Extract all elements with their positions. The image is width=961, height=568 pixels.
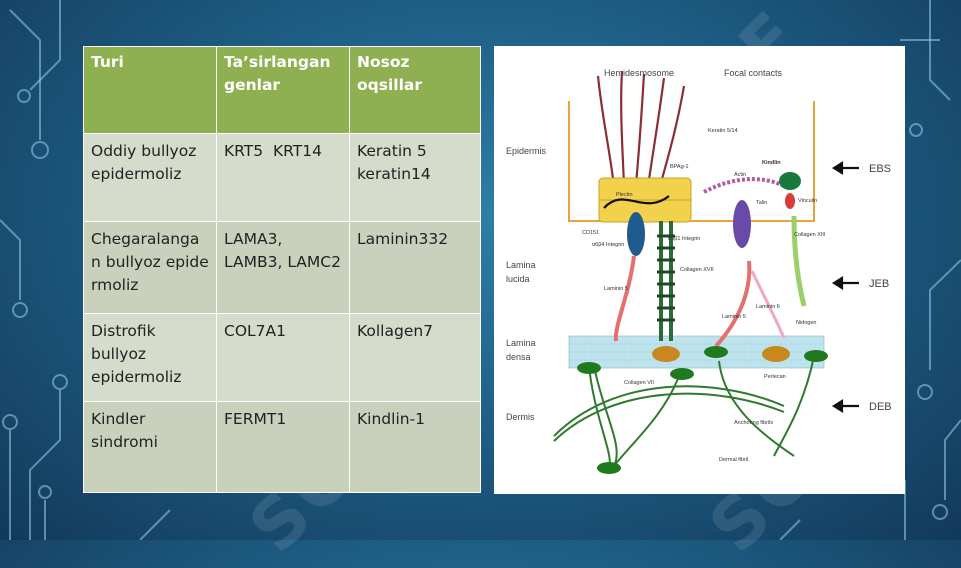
- label-laminin-6: Laminin 6: [756, 304, 780, 310]
- label-ebs: EBS: [869, 163, 891, 175]
- cell-type: Distrofik bullyoz epidermoliz: [83, 313, 217, 402]
- label-collagen-xiii: Collagen XIII: [794, 232, 826, 238]
- perlecan: [652, 346, 680, 362]
- table-row: Oddiy bullyoz epidermoliz KRT5 KRT14 Ker…: [83, 133, 481, 222]
- label-focal-contacts: Focal contacts: [724, 68, 783, 78]
- label-vinculin: Vinculin: [798, 198, 817, 204]
- cell-genes: KRT5 KRT14: [216, 133, 350, 222]
- label-dermal-fibril: Dermal fibril: [719, 457, 748, 463]
- label-bpag: BPAg-1: [670, 164, 689, 170]
- label-laminin-5-b: Laminin 5: [722, 314, 746, 320]
- cell-proteins: Kindlin-1: [349, 401, 481, 493]
- label-anchoring-fibrils: Anchoring fibrils: [734, 420, 773, 426]
- label-kindlin: Kindlin: [762, 160, 781, 166]
- label-plectin: Plectin: [616, 192, 633, 198]
- label-nidogen: Nidogen: [796, 320, 817, 326]
- integrin-a6b4: [627, 212, 645, 256]
- label-hemidesmosome: Hemidesmosome: [604, 68, 674, 78]
- cell-proteins: Kollagen7: [349, 313, 481, 402]
- table-header-row: Turi Ta’sirlangan genlar Nosoz oqsillar: [83, 46, 481, 134]
- integrin-a3b1: [733, 200, 751, 248]
- column-header-type: Turi: [83, 46, 217, 134]
- label-talin: Talin: [756, 200, 767, 206]
- label-lamina-lucida: Lamina: [506, 260, 536, 270]
- cell-proteins: Keratin 5 keratin14: [349, 133, 481, 222]
- table-row: Kindler sindromi FERMT1 Kindlin-1: [83, 401, 481, 493]
- label-lamina-densa: Lamina: [506, 338, 536, 348]
- column-header-proteins: Nosoz oqsillar: [349, 46, 481, 134]
- label-lamina-lucida-2: lucida: [506, 274, 530, 284]
- label-lamina-densa-2: densa: [506, 352, 531, 362]
- cell-type: Kindler sindromi: [83, 401, 217, 493]
- label-keratin: Keratin 5/14: [708, 128, 738, 134]
- label-actin: Actin: [734, 172, 746, 178]
- cell-genes: FERMT1: [216, 401, 350, 493]
- label-a6b4-integrin: α6β4 Integrin: [592, 242, 624, 248]
- label-deb: DEB: [869, 401, 892, 413]
- cell-proteins: Laminin332: [349, 221, 481, 314]
- cell-genes: COL7A1: [216, 313, 350, 402]
- label-dermis: Dermis: [506, 412, 535, 422]
- label-laminin-5-a: Laminin 5: [604, 286, 628, 292]
- actin-filament: [703, 177, 785, 194]
- label-jeb: JEB: [869, 278, 889, 290]
- table-row: Distrofik bullyoz epidermoliz COL7A1 Kol…: [83, 313, 481, 402]
- cell-type: Oddiy bullyoz epidermoliz: [83, 133, 217, 222]
- label-collagen-vii: Collagen VII: [624, 380, 654, 386]
- label-cd151: CD151: [582, 230, 599, 236]
- label-collagen-xvii: Collagen XVII: [680, 267, 714, 273]
- table-row: Chegaralangan bullyoz epidermoliz LAMA3,…: [83, 221, 481, 314]
- column-header-genes: Ta’sirlangan genlar: [216, 46, 350, 134]
- type-arrows: [831, 161, 859, 413]
- kindlin-protein: [779, 172, 801, 190]
- label-a3b1-integrin: α3β1 Integrin: [668, 236, 700, 242]
- skin-junction-diagram: Hemidesmosome Focal contacts Epidermis L…: [494, 46, 905, 494]
- label-perlecan: Perlecan: [764, 374, 786, 380]
- cell-type: Chegaralangan bullyoz epidermoliz: [83, 221, 217, 314]
- label-epidermis: Epidermis: [506, 146, 547, 156]
- gene-table: Turi Ta’sirlangan genlar Nosoz oqsillar …: [83, 46, 481, 493]
- cell-genes: LAMA3, LAMB3, LAMC2: [216, 221, 350, 314]
